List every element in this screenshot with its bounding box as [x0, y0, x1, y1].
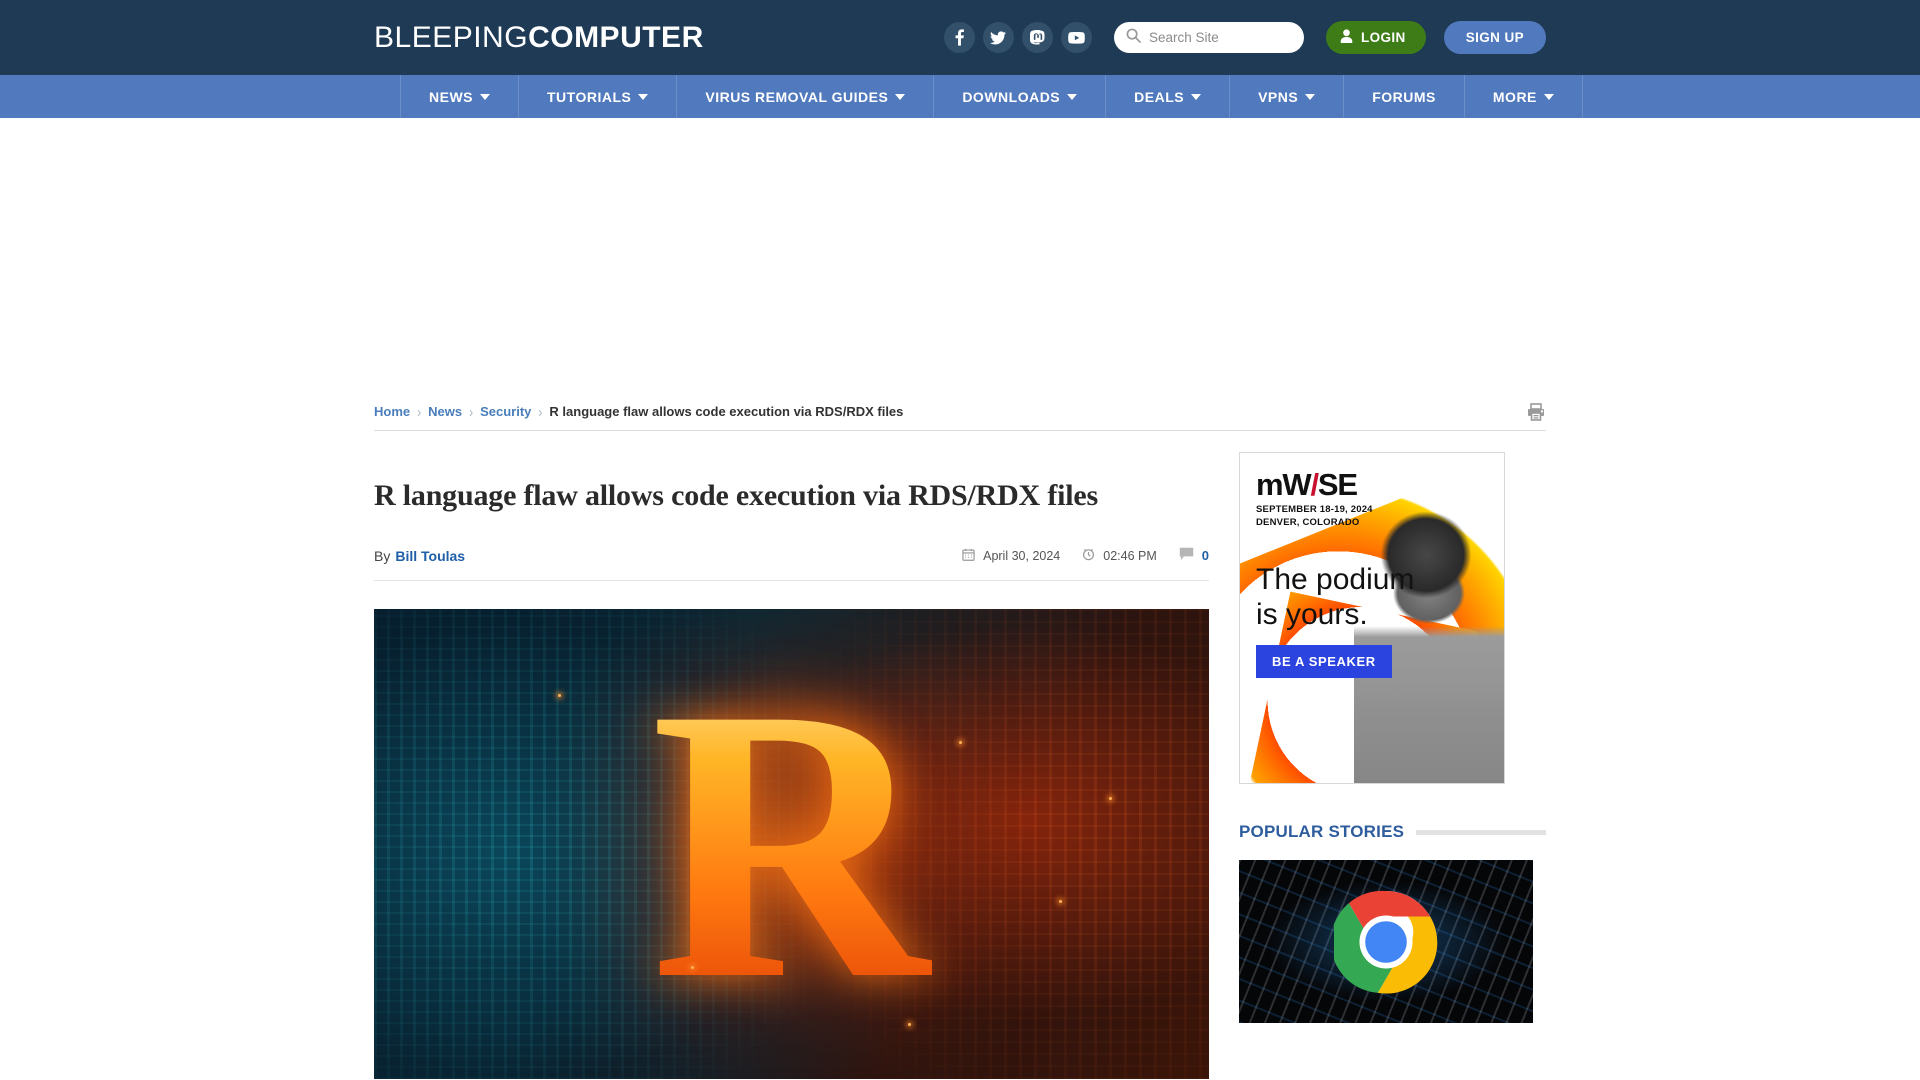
- popular-stories-header: POPULAR STORIES: [1239, 822, 1546, 842]
- hero-spark: [557, 693, 561, 697]
- logo-text-light: BLEEPING: [374, 20, 529, 54]
- by-label: By: [374, 547, 391, 564]
- nav-item-more[interactable]: MORE: [1463, 75, 1583, 118]
- logo-text-bold: COMPUTER: [528, 20, 704, 54]
- mwise-logo-m: m: [1256, 467, 1284, 502]
- nav-item-news[interactable]: NEWS: [400, 75, 518, 118]
- nav-item-forums[interactable]: FORUMS: [1343, 75, 1464, 118]
- mwise-logo-ise: SE: [1317, 467, 1358, 502]
- nav-item-tutorials[interactable]: TUTORIALS: [518, 75, 676, 118]
- login-button[interactable]: LOGIN: [1325, 21, 1426, 54]
- sidebar-advertisement[interactable]: m W / SE SEPTEMBER 18-19, 2024 DENVER, COLO…: [1239, 452, 1505, 784]
- ad-event-dates: SEPTEMBER 18-19, 2024: [1256, 504, 1373, 515]
- publish-time: 02:46 PM: [1082, 547, 1157, 564]
- chrome-logo-icon: [1334, 890, 1438, 994]
- breadcrumb: Home › News › Security › R language flaw…: [374, 393, 1546, 431]
- ad-headline-line-1: The podium: [1256, 563, 1415, 596]
- signup-button[interactable]: SIGN UP: [1443, 21, 1546, 54]
- popular-stories-rule: [1416, 829, 1546, 835]
- mwise-logo-w: W: [1282, 467, 1311, 502]
- nav-item-deals[interactable]: DEALS: [1105, 75, 1229, 118]
- chevron-down-icon: [895, 93, 906, 100]
- author-link[interactable]: Bill Toulas: [395, 548, 465, 564]
- main-navigation: NEWS TUTORIALS VIRUS REMOVAL GUIDES DOWN…: [0, 75, 1920, 118]
- chevron-down-icon: [1305, 93, 1316, 100]
- publish-date: April 30, 2024: [962, 548, 1060, 564]
- comment-icon: [1179, 547, 1194, 564]
- article-hero-image[interactable]: R: [374, 609, 1209, 1079]
- nav-label: VPNS: [1258, 88, 1299, 105]
- breadcrumb-separator: ›: [417, 402, 422, 421]
- login-button-label: LOGIN: [1360, 30, 1406, 45]
- sidebar: m W / SE SEPTEMBER 18-19, 2024 DENVER, COLO…: [1239, 431, 1546, 1079]
- youtube-icon[interactable]: [1060, 22, 1092, 53]
- breadcrumb-item-news[interactable]: News: [428, 404, 462, 419]
- mastodon-icon[interactable]: [1021, 22, 1053, 53]
- breadcrumb-item-home[interactable]: Home: [374, 404, 410, 419]
- breadcrumb-separator: ›: [469, 402, 474, 421]
- page-title: R language flaw allows code execution vi…: [374, 479, 1098, 512]
- nav-label: TUTORIALS: [547, 88, 632, 105]
- nav-label: MORE: [1492, 88, 1537, 105]
- facebook-icon[interactable]: [943, 22, 975, 53]
- breadcrumb-item-current: R language flaw allows code execution vi…: [549, 404, 904, 419]
- popular-stories-title: POPULAR STORIES: [1239, 822, 1405, 841]
- publish-time-value: 02:46 PM: [1103, 548, 1157, 563]
- comment-count[interactable]: 0: [1179, 547, 1209, 564]
- mwise-logo-slash: /: [1310, 467, 1319, 502]
- hero-spark: [1108, 797, 1112, 800]
- chevron-down-icon: [1543, 93, 1554, 100]
- comment-count-value: 0: [1201, 548, 1209, 563]
- social-links: [943, 22, 1092, 53]
- hero-spark: [958, 740, 962, 744]
- nav-label: NEWS: [429, 88, 473, 105]
- chevron-down-icon: [1191, 93, 1202, 100]
- ad-headline: The podium is yours.: [1256, 563, 1414, 633]
- twitter-icon[interactable]: [982, 22, 1014, 53]
- page-body: R language flaw allows code execution vi…: [374, 431, 1546, 1079]
- mwise-logo: m W / SE SEPTEMBER 18-19, 2024 DENVER, COLO…: [1256, 469, 1373, 530]
- top-ad-slot: [0, 118, 1920, 393]
- ad-cta-button[interactable]: BE A SPEAKER: [1256, 645, 1392, 678]
- nav-item-virus-removal-guides[interactable]: VIRUS REMOVAL GUIDES: [676, 75, 933, 118]
- nav-label: DEALS: [1134, 88, 1185, 105]
- breadcrumb-separator: ›: [538, 402, 543, 421]
- printer-icon[interactable]: [1526, 402, 1546, 422]
- search-icon: [1126, 28, 1141, 48]
- calendar-icon: [962, 548, 975, 564]
- chevron-down-icon: [1067, 93, 1078, 100]
- popular-story-thumbnail[interactable]: [1239, 860, 1533, 1023]
- nav-label: DOWNLOADS: [962, 88, 1061, 105]
- user-icon: [1340, 29, 1353, 46]
- search-input[interactable]: [1148, 30, 1292, 45]
- ad-headline-line-2: is yours.: [1256, 597, 1368, 631]
- signup-button-label: SIGN UP: [1465, 30, 1524, 45]
- breadcrumb-item-security[interactable]: Security: [480, 404, 531, 419]
- chevron-down-icon: [480, 93, 490, 100]
- nav-item-vpns[interactable]: VPNS: [1229, 75, 1343, 118]
- site-logo[interactable]: BLEEPINGCOMPUTER: [374, 20, 704, 54]
- clock-icon: [1082, 547, 1095, 564]
- nav-label: FORUMS: [1372, 88, 1436, 105]
- hero-letter-r: R: [650, 628, 933, 1060]
- article-byline: By Bill Toulas April 30, 2024 02:46 PM 0: [374, 547, 1209, 581]
- nav-label: VIRUS REMOVAL GUIDES: [705, 88, 889, 105]
- article-column: R language flaw allows code execution vi…: [374, 431, 1209, 1079]
- ad-event-location: DENVER, COLORADO: [1256, 516, 1360, 528]
- publish-date-value: April 30, 2024: [983, 548, 1061, 563]
- chevron-down-icon: [638, 93, 649, 100]
- nav-item-downloads[interactable]: DOWNLOADS: [933, 75, 1105, 118]
- site-header: BLEEPINGCOMPUTER Search Site LOGIN SIGN …: [0, 0, 1920, 75]
- search-box[interactable]: [1113, 22, 1304, 53]
